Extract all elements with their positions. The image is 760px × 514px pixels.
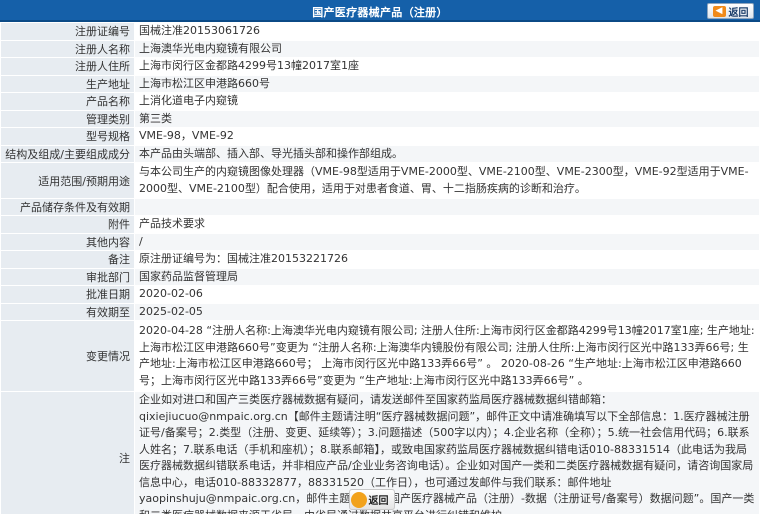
- field-value: VME-98，VME-92: [134, 127, 760, 146]
- field-value: 国家药品监督管理局: [134, 267, 760, 286]
- field-label: 注册证编号: [0, 22, 135, 41]
- back-button-top[interactable]: ◀ 返回: [707, 3, 754, 19]
- table-row: 注册人住所 上海市闵行区金都路4299号13幢2017室1座: [0, 57, 760, 76]
- field-value: 企业如对进口和国产三类医疗器械数据有疑问，请发送邮件至国家药监局医疗器械数据纠错…: [134, 391, 760, 514]
- field-label: 注册人名称: [0, 39, 135, 58]
- field-label: 审批部门: [0, 267, 135, 286]
- field-label: 管理类别: [0, 109, 135, 128]
- field-value: 与本公司生产的内窥镜图像处理器（VME-98型适用于VME-2000型、VME-…: [134, 162, 760, 199]
- field-value: 产品技术要求: [134, 215, 760, 234]
- page-title: 国产医疗器械产品（注册）: [312, 6, 448, 19]
- field-value: [134, 198, 760, 216]
- field-value: 国械注准20153061726: [134, 22, 760, 41]
- field-label: 有效期至: [0, 302, 135, 321]
- field-label: 批准日期: [0, 285, 135, 304]
- field-value: 2020-04-28 “注册人名称:上海澳华光电内窥镜有限公司; 注册人住所:上…: [134, 320, 760, 392]
- field-label: 附件: [0, 215, 135, 234]
- table-row: 备注 原注册证编号为：国械注准20153221726: [0, 250, 760, 269]
- field-label: 型号规格: [0, 127, 135, 146]
- field-label: 备注: [0, 250, 135, 269]
- field-label: 结构及组成/主要组成成分: [0, 144, 135, 163]
- field-value: 2025-02-05: [134, 302, 760, 321]
- table-row: 结构及组成/主要组成成分 本产品由头端部、插入部、导光插头部和操作部组成。: [0, 144, 760, 163]
- back-button-label: 返回: [728, 7, 749, 19]
- field-value: 本产品由头端部、插入部、导光插头部和操作部组成。: [134, 144, 760, 163]
- table-row: 产品储存条件及有效期: [0, 198, 760, 216]
- field-value: 2020-02-06: [134, 285, 760, 304]
- field-label: 注: [0, 391, 135, 514]
- field-value: 上海市闵行区金都路4299号13幢2017室1座: [134, 57, 760, 76]
- table-row: 其他内容 /: [0, 232, 760, 251]
- field-label: 生产地址: [0, 74, 135, 93]
- field-label: 产品名称: [0, 92, 135, 111]
- table-row: 型号规格 VME-98，VME-92: [0, 127, 760, 146]
- field-label: 其他内容: [0, 232, 135, 251]
- table-row: 有效期至 2025-02-05: [0, 302, 760, 321]
- footer-back-label: 返回: [368, 496, 389, 507]
- field-value: 上海市松江区申港路660号: [134, 74, 760, 93]
- table-row: 变更情况 2020-04-28 “注册人名称:上海澳华光电内窥镜有限公司; 注册人…: [0, 320, 760, 392]
- table-row: 产品名称 上消化道电子内窥镜: [0, 92, 760, 111]
- arrow-left-icon: ◀: [712, 5, 726, 17]
- field-label: 适用范围/预期用途: [0, 162, 135, 199]
- table-row: 注册人名称 上海澳华光电内窥镜有限公司: [0, 39, 760, 58]
- table-row: 批准日期 2020-02-06: [0, 285, 760, 304]
- header-bar: 国产医疗器械产品（注册） ◀ 返回: [0, 0, 760, 22]
- table-row: 生产地址 上海市松江区申港路660号: [0, 74, 760, 93]
- field-value: 上海澳华光电内窥镜有限公司: [134, 39, 760, 58]
- field-value: 第三类: [134, 109, 760, 128]
- back-button-bottom[interactable]: 返回: [349, 489, 395, 510]
- registration-detail-page: 国产医疗器械产品（注册） ◀ 返回 注册证编号 国械注准20153061726 注册…: [0, 0, 760, 514]
- table-row: 管理类别 第三类: [0, 109, 760, 128]
- table-row: 注册证编号 国械注准20153061726: [0, 22, 760, 41]
- field-label: 变更情况: [0, 320, 135, 392]
- field-value: 上消化道电子内窥镜: [134, 92, 760, 111]
- field-label: 产品储存条件及有效期: [0, 198, 135, 216]
- registration-info-table: 注册证编号 国械注准20153061726 注册人名称 上海澳华光电内窥镜有限公司 注册…: [0, 22, 760, 514]
- table-row: 审批部门 国家药品监督管理局: [0, 267, 760, 286]
- field-label: 注册人住所: [0, 57, 135, 76]
- circle-icon: [350, 491, 367, 508]
- table-row: 适用范围/预期用途 与本公司生产的内窥镜图像处理器（VME-98型适用于VME-2…: [0, 162, 760, 199]
- field-value: /: [134, 232, 760, 251]
- field-value: 原注册证编号为：国械注准20153221726: [134, 250, 760, 269]
- table-row: 附件 产品技术要求: [0, 215, 760, 234]
